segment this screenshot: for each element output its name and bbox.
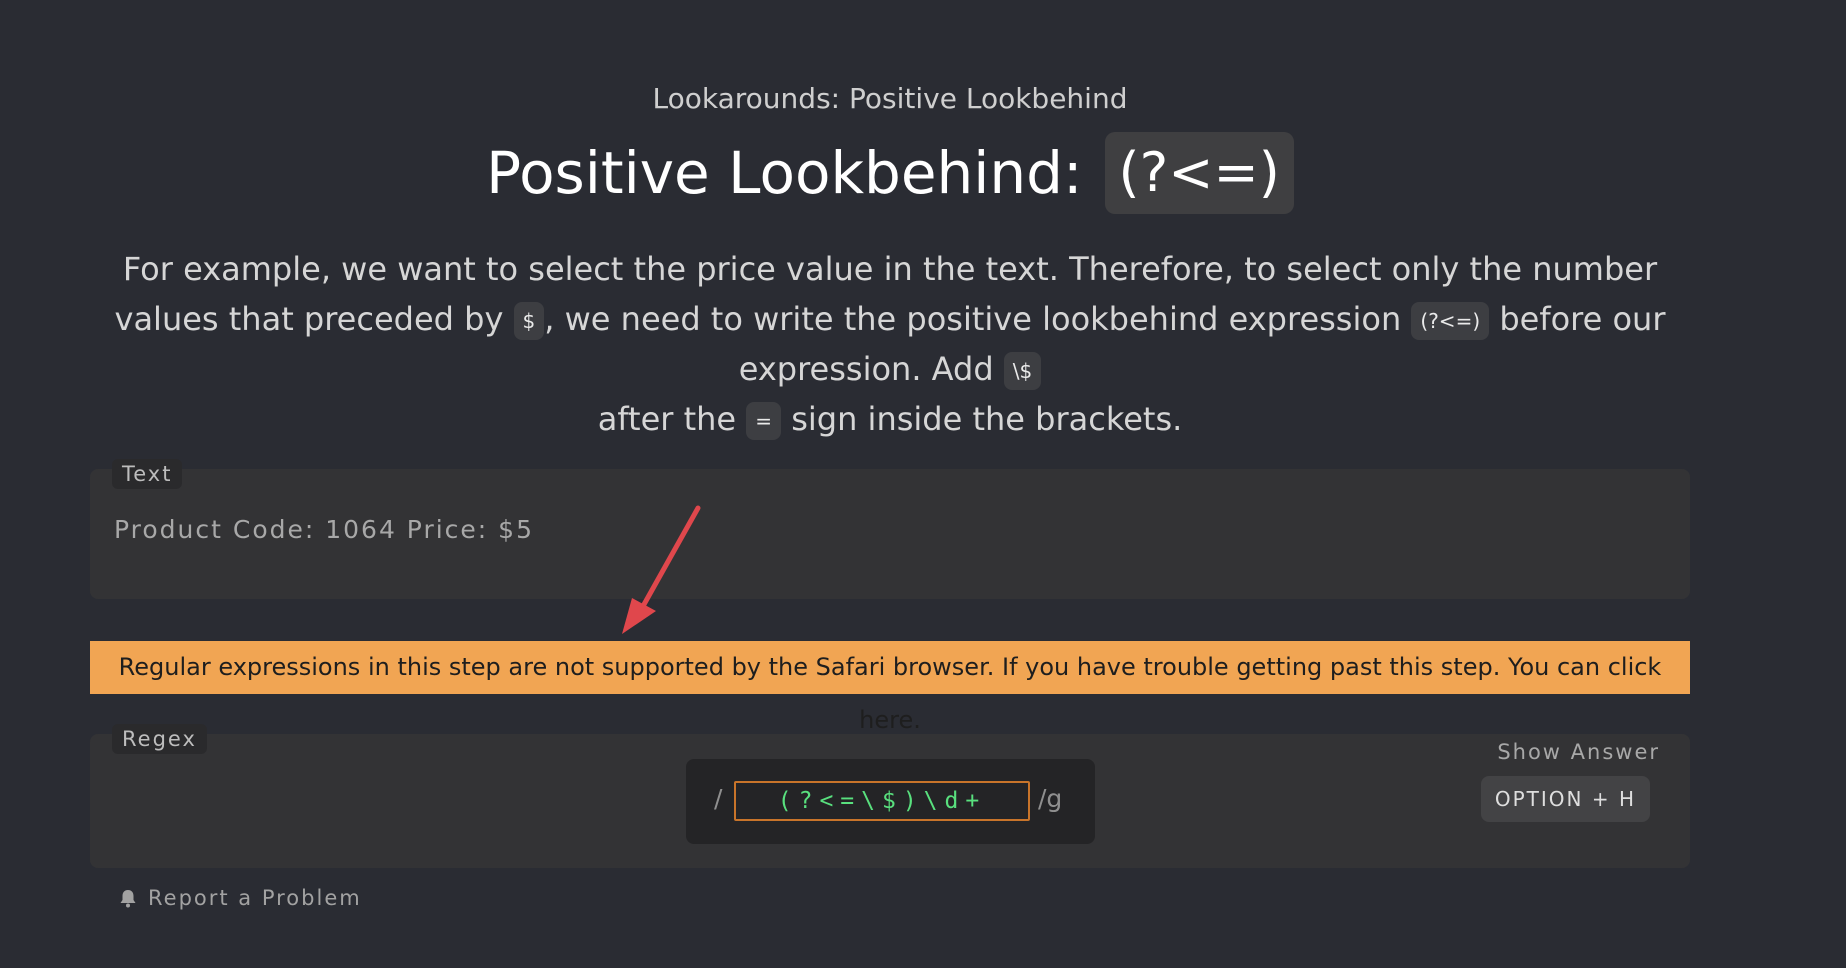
report-problem-label: Report a Problem (148, 886, 362, 910)
description-text-5: sign inside the brackets. (781, 400, 1183, 438)
pointer-arrow-icon (622, 505, 701, 634)
regex-prefix: / (714, 784, 723, 813)
regex-panel: Regex / (?<=\$)\d+ /g Show Answer OPTION… (90, 724, 1690, 868)
sample-text: Product Code: 1064 Price: $5 (114, 515, 534, 544)
lesson-title-code: (?<=) (1104, 132, 1294, 214)
code-lookbehind: (?<=) (1411, 302, 1490, 340)
report-problem-link[interactable]: Report a Problem (118, 886, 362, 910)
text-panel: Text Product Code: 1064 Price: $5 (90, 459, 1690, 599)
regex-input[interactable]: (?<=\$)\d+ (734, 781, 1030, 821)
regex-editor: / (?<=\$)\d+ /g (686, 759, 1095, 844)
regex-panel-label: Regex (112, 724, 207, 754)
code-escaped-dollar: \$ (1003, 352, 1042, 390)
lesson-title-text: Positive Lookbehind: (486, 139, 1083, 207)
show-answer-label: Show Answer (1497, 740, 1660, 764)
safari-warning-banner[interactable]: Regular expressions in this step are not… (90, 641, 1690, 734)
lesson-subtitle: Lookarounds: Positive Lookbehind (652, 82, 1128, 115)
code-dollar: $ (513, 302, 545, 340)
show-answer-button[interactable]: OPTION + H (1480, 776, 1650, 822)
text-panel-label: Text (112, 459, 183, 489)
lesson-description: For example, we want to select the price… (90, 244, 1690, 444)
lesson-title: Positive Lookbehind: (?<=) (0, 132, 1780, 214)
bell-icon (120, 890, 136, 908)
description-text-2: , we need to write the positive lookbehi… (544, 300, 1412, 338)
code-equals: = (746, 402, 782, 440)
regex-flags: /g (1038, 784, 1063, 813)
description-text-4: after the (597, 400, 747, 438)
